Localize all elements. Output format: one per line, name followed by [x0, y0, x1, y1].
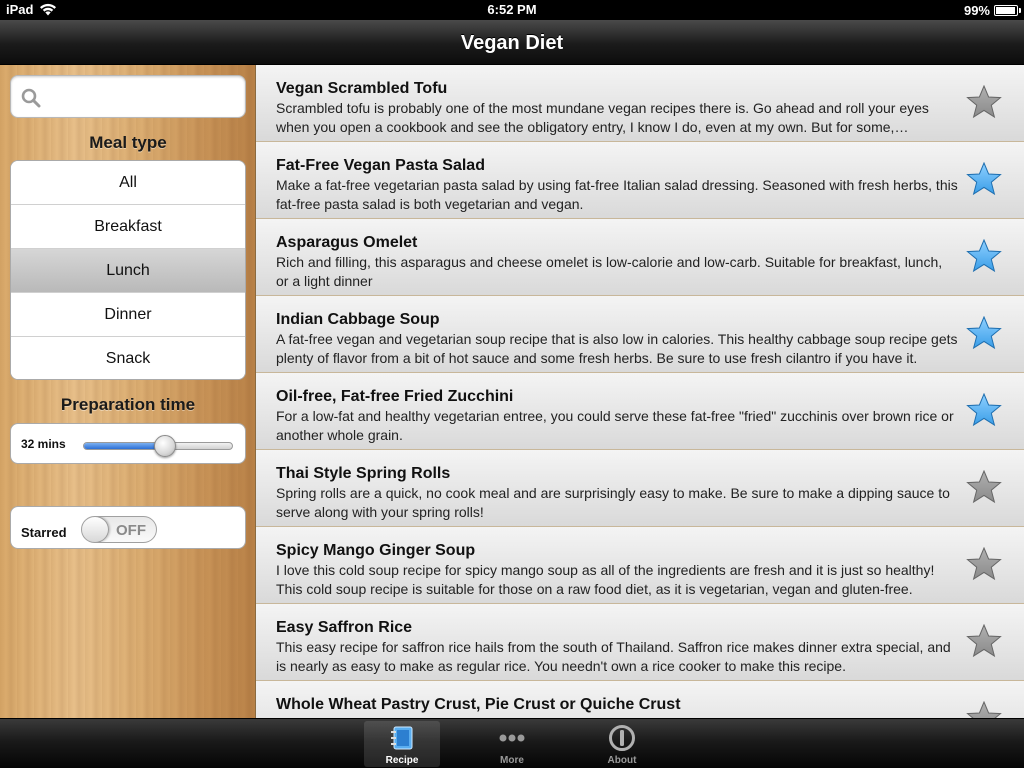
star-icon[interactable] [966, 624, 1002, 658]
recipe-title: Thai Style Spring Rolls [276, 465, 451, 482]
recipe-title: Fat-Free Vegan Pasta Salad [276, 157, 485, 174]
meal-type-list: All Breakfast Lunch Dinner Snack [10, 160, 246, 380]
prep-time-label: Preparation time [60, 395, 196, 414]
recipe-row[interactable]: Thai Style Spring Rolls Spring rolls are … [256, 450, 1024, 527]
battery-percent: 99% [963, 3, 990, 18]
tab-about[interactable]: About [584, 721, 660, 767]
recipe-title: Whole Wheat Pastry Crust, Pie Crust or Q… [276, 696, 681, 713]
recipe-title: Indian Cabbage Soup [276, 311, 440, 328]
recipe-book-icon [391, 726, 413, 750]
recipe-title: Oil-free, Fat-free Fried Zucchini [276, 388, 514, 405]
toggle-knob[interactable] [82, 517, 109, 542]
recipe-title: Spicy Mango Ginger Soup [276, 542, 476, 559]
meal-type-option-dinner[interactable]: Dinner [11, 293, 245, 337]
recipe-description: This easy recipe for saffron rice hails … [276, 639, 951, 674]
meal-type-label: Meal type [89, 133, 167, 152]
meal-type-option-snack[interactable]: Snack [11, 337, 245, 379]
recipe-description: Spring rolls are a quick, no cook meal a… [276, 485, 950, 520]
tab-label: Recipe [385, 755, 419, 766]
meal-type-option-lunch[interactable]: Lunch [11, 249, 245, 293]
recipe-title: Vegan Scrambled Tofu [276, 80, 448, 97]
tab-recipe[interactable]: Recipe [364, 721, 440, 767]
tab-bar: Recipe More About [0, 718, 1024, 768]
status-bar: iPad 6:52 PM 99% [0, 0, 1024, 20]
recipe-description: I love this cold soup recipe for spicy m… [276, 562, 935, 597]
meal-type-option-breakfast[interactable]: Breakfast [11, 205, 245, 249]
recipe-title: Asparagus Omelet [276, 234, 418, 251]
recipe-title: Easy Saffron Rice [276, 619, 413, 636]
meal-type-option-all[interactable]: All [11, 161, 245, 205]
tab-label: About [607, 755, 637, 766]
starred-toggle[interactable]: OFF [81, 516, 157, 543]
about-power-icon [609, 725, 635, 751]
star-icon[interactable] [966, 470, 1002, 504]
recipe-description: Rich and filling, this asparagus and che… [276, 254, 943, 289]
star-icon[interactable] [966, 701, 1002, 718]
search-input[interactable] [49, 84, 239, 110]
battery-status: 99% [963, 3, 1021, 18]
tab-more[interactable]: More [474, 721, 550, 767]
status-time: 6:52 PM [487, 2, 537, 17]
recipe-description: A fat-free vegan and vegetarian soup rec… [276, 331, 958, 366]
recipe-row[interactable]: Easy Saffron Rice This easy recipe for sa… [256, 604, 1024, 681]
recipe-list: Vegan Scrambled Tofu Scrambled tofu is pr… [256, 65, 1024, 718]
search-box[interactable] [10, 75, 246, 118]
star-filled-icon[interactable] [966, 393, 1002, 427]
navigation-bar: Vegan Diet [0, 20, 1024, 65]
recipe-row[interactable]: Spicy Mango Ginger Soup I love this cold … [256, 527, 1024, 604]
recipe-row[interactable]: Fat-Free Vegan Pasta Salad Make a fat-fre… [256, 142, 1024, 219]
prep-time-slider[interactable] [83, 435, 233, 457]
recipe-row[interactable]: Oil-free, Fat-free Fried Zucchini For a l… [256, 373, 1024, 450]
star-icon[interactable] [966, 85, 1002, 119]
slider-thumb[interactable] [154, 435, 176, 457]
recipe-row[interactable]: Vegan Scrambled Tofu Scrambled tofu is pr… [256, 65, 1024, 142]
more-dots-icon [499, 734, 525, 742]
battery-fill [996, 7, 1015, 14]
slider-fill [84, 443, 165, 449]
star-filled-icon[interactable] [966, 316, 1002, 350]
battery-icon [994, 5, 1021, 16]
recipe-description: Scrambled tofu is probably one of the mo… [276, 100, 929, 135]
page-title: Vegan Diet [460, 32, 564, 54]
starred-label: Starred [21, 525, 67, 540]
recipe-row[interactable]: Indian Cabbage Soup A fat-free vegan and … [256, 296, 1024, 373]
recipe-row[interactable]: Asparagus Omelet Rich and filling, this a… [256, 219, 1024, 296]
star-filled-icon[interactable] [966, 162, 1002, 196]
tab-label: More [500, 755, 524, 766]
recipe-description: Make a fat-free vegetarian pasta salad b… [276, 177, 958, 212]
recipe-description: For a low-fat and healthy vegetarian ent… [276, 408, 954, 443]
recipe-row[interactable]: Whole Wheat Pastry Crust, Pie Crust or Q… [256, 681, 1024, 718]
search-icon [21, 88, 41, 108]
star-icon[interactable] [966, 547, 1002, 581]
filter-sidebar: Meal type All Breakfast Lunch Dinner Snack P… [0, 65, 256, 718]
prep-time-control: 32 mins [10, 423, 246, 464]
starred-filter: Starred OFF [10, 506, 246, 549]
star-filled-icon[interactable] [966, 239, 1002, 273]
toggle-state-text: OFF [116, 522, 146, 539]
prep-time-value: 32 mins [21, 437, 66, 451]
